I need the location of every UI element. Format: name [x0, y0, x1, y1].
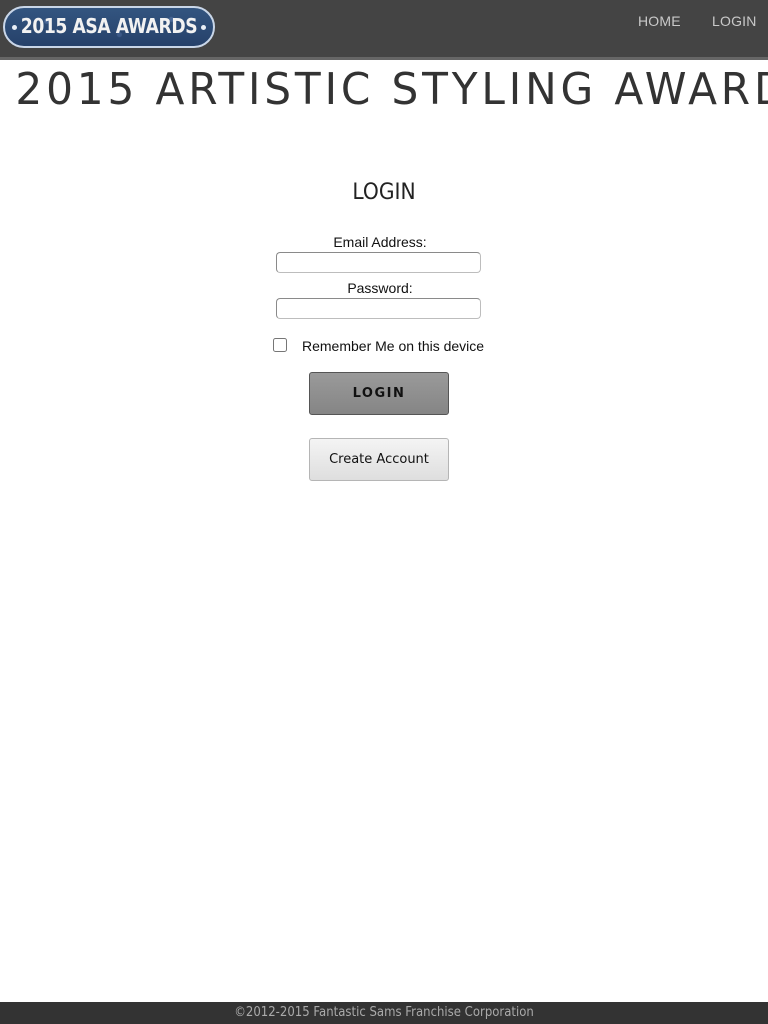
email-field[interactable]: [276, 252, 481, 273]
login-heading: LOGIN: [352, 180, 416, 205]
password-label: Password:: [347, 280, 413, 296]
nav-home-link[interactable]: HOME: [638, 13, 681, 29]
footer: ©2012-2015 Fantastic Sams Franchise Corp…: [0, 1002, 768, 1024]
remember-me-checkbox[interactable]: [273, 338, 287, 352]
password-field[interactable]: [276, 298, 481, 319]
logo-rivet-icon: [201, 25, 206, 30]
top-navigation-bar: 2015 ASA AWARDS HOME LOGIN: [0, 0, 768, 60]
page: 2015 ASA AWARDS HOME LOGIN 2015 ARTISTIC…: [0, 0, 768, 1024]
email-label: Email Address:: [333, 234, 427, 250]
nav-login-link[interactable]: LOGIN: [712, 13, 757, 29]
logo-rivet-icon: [12, 25, 17, 30]
page-title: 2015 ARTISTIC STYLING AWARDS: [15, 64, 768, 115]
asa-awards-logo[interactable]: 2015 ASA AWARDS: [3, 6, 215, 48]
remember-me-label[interactable]: Remember Me on this device: [302, 338, 484, 354]
login-button[interactable]: LOGIN: [309, 372, 449, 415]
copyright-text: ©2012-2015 Fantastic Sams Franchise Corp…: [234, 1005, 534, 1020]
create-account-button[interactable]: Create Account: [309, 438, 449, 481]
logo-text: 2015 ASA AWARDS: [20, 14, 198, 38]
